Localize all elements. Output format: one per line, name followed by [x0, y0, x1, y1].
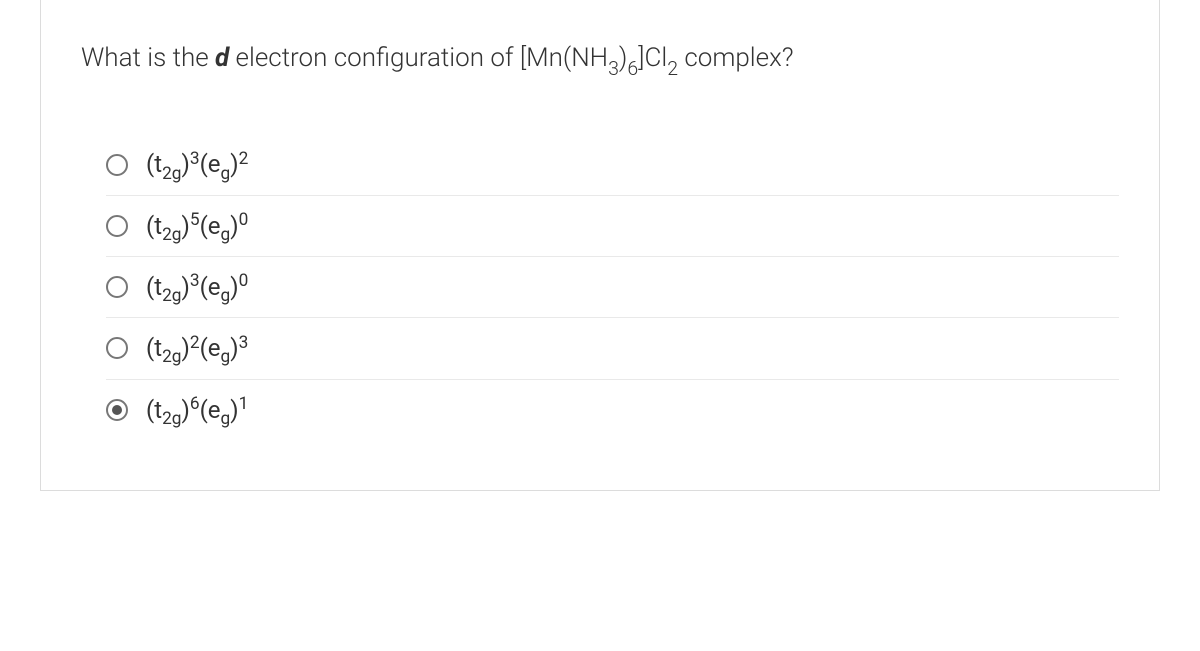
radio-button[interactable] — [106, 399, 128, 421]
t2g-sub: 2g — [162, 347, 181, 367]
eg-exp: 3 — [239, 333, 249, 353]
radio-button[interactable] — [106, 154, 128, 176]
t2g-sub: 2g — [162, 164, 181, 184]
question-after-sub2: ]Cl — [638, 43, 667, 73]
t2g-sub: 2g — [162, 409, 181, 429]
t2g-close: ) — [181, 334, 189, 362]
eg-sub: g — [221, 225, 231, 245]
eg-open: (e — [200, 273, 221, 301]
eg-open: (e — [200, 150, 221, 178]
radio-button[interactable] — [106, 215, 128, 237]
question-sub1: 3 — [608, 57, 619, 80]
option-label: (t2g)2(eg)3 — [146, 336, 248, 360]
option-row[interactable]: (t2g)3(eg)0 — [106, 257, 1119, 318]
t2g-sub: 2g — [162, 225, 181, 245]
t2g-open: (t — [146, 334, 162, 362]
question-text: What is the d electron configuration of … — [81, 40, 1119, 79]
option-label: (t2g)5(eg)0 — [146, 214, 248, 238]
t2g-close: ) — [181, 396, 189, 424]
eg-close: ) — [230, 273, 238, 301]
eg-close: ) — [230, 334, 238, 362]
eg-sub: g — [221, 164, 231, 184]
question-mid: electron configuration of [Mn(NH — [229, 43, 608, 73]
t2g-exp: 6 — [190, 394, 200, 414]
t2g-exp: 3 — [190, 271, 200, 291]
eg-sub: g — [221, 286, 231, 306]
option-row[interactable]: (t2g)3(eg)2 — [106, 134, 1119, 195]
radio-button[interactable] — [106, 337, 128, 359]
eg-exp: 0 — [239, 271, 249, 291]
option-row[interactable]: (t2g)2(eg)3 — [106, 318, 1119, 379]
eg-open: (e — [200, 212, 221, 240]
t2g-exp: 3 — [190, 149, 200, 169]
eg-sub: g — [221, 347, 231, 367]
eg-open: (e — [200, 396, 221, 424]
question-italic-d: d — [215, 43, 229, 73]
eg-exp: 2 — [239, 149, 249, 169]
t2g-close: ) — [181, 212, 189, 240]
eg-exp: 0 — [239, 210, 249, 230]
option-row[interactable]: (t2g)6(eg)1 — [106, 380, 1119, 440]
option-label: (t2g)6(eg)1 — [146, 398, 248, 422]
option-label: (t2g)3(eg)2 — [146, 152, 248, 176]
question-sub2: 6 — [627, 57, 638, 80]
eg-close: ) — [230, 212, 238, 240]
eg-open: (e — [200, 334, 221, 362]
t2g-open: (t — [146, 150, 162, 178]
radio-button[interactable] — [106, 276, 128, 298]
option-row[interactable]: (t2g)5(eg)0 — [106, 196, 1119, 257]
t2g-close: ) — [181, 273, 189, 301]
question-prefix: What is the — [81, 43, 215, 73]
t2g-open: (t — [146, 396, 162, 424]
question-suffix: complex? — [678, 43, 794, 73]
question-sub3: 2 — [667, 57, 678, 80]
t2g-open: (t — [146, 212, 162, 240]
question-card: What is the d electron configuration of … — [40, 0, 1160, 491]
eg-close: ) — [230, 396, 238, 424]
eg-sub: g — [221, 409, 231, 429]
t2g-close: ) — [181, 150, 189, 178]
options-list: (t2g)3(eg)2 (t2g)5(eg)0 (t2g)3(eg)0 — [81, 134, 1119, 439]
eg-exp: 1 — [239, 394, 249, 414]
t2g-sub: 2g — [162, 286, 181, 306]
radio-inner — [112, 405, 122, 415]
t2g-open: (t — [146, 273, 162, 301]
eg-close: ) — [230, 150, 238, 178]
t2g-exp: 5 — [190, 210, 200, 230]
option-label: (t2g)3(eg)0 — [146, 275, 248, 299]
t2g-exp: 2 — [190, 333, 200, 353]
